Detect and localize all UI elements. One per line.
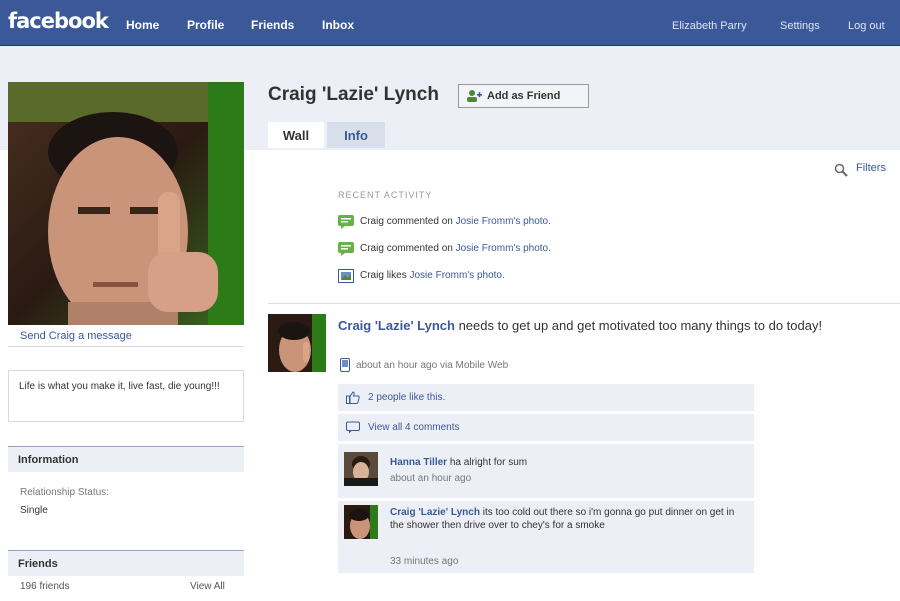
comment-author-link[interactable]: Craig 'Lazie' Lynch (390, 507, 480, 518)
friends-header[interactable]: Friends (8, 550, 244, 576)
nav-logout[interactable]: Log out (848, 20, 885, 32)
comment-item: Hanna Tiller ha alright for sum about an… (338, 444, 754, 498)
activity-verb: commented on (386, 216, 453, 227)
likes-text[interactable]: 2 people like this. (368, 392, 445, 403)
activity-target-link[interactable]: Josie Fromm's photo. (456, 243, 551, 254)
profile-name: Craig 'Lazie' Lynch (268, 84, 439, 105)
post-author-link[interactable]: Craig 'Lazie' Lynch (338, 318, 455, 333)
comment-body: Craig 'Lazie' Lynch its too cold out the… (390, 506, 740, 532)
activity-actor[interactable]: Craig (360, 216, 384, 227)
filters-link[interactable]: Filters (834, 162, 886, 177)
mobile-phone-icon (340, 358, 350, 372)
profile-picture[interactable] (8, 82, 244, 325)
tab-wall[interactable]: Wall (268, 122, 324, 148)
nav-settings[interactable]: Settings (780, 20, 820, 32)
activity-target-link[interactable]: Josie Fromm's photo. (456, 216, 551, 227)
sidebar-divider (8, 346, 244, 347)
filters-label: Filters (856, 162, 886, 174)
recent-activity-heading: RECENT ACTIVITY (338, 190, 433, 200)
comment-time: about an hour ago (390, 473, 472, 484)
top-bar: facebook Home Profile Friends Inbox Eliz… (0, 0, 900, 46)
add-friend-icon (467, 90, 482, 102)
friends-count[interactable]: 196 friends (20, 581, 69, 592)
search-icon (834, 163, 848, 177)
bio-box: Life is what you make it, live fast, die… (8, 370, 244, 422)
activity-verb: commented on (386, 243, 453, 254)
comment-item: Craig 'Lazie' Lynch its too cold out the… (338, 501, 754, 573)
activity-actor[interactable]: Craig (360, 243, 384, 254)
add-friend-label: Add as Friend (487, 90, 561, 102)
post-author-avatar[interactable] (268, 314, 326, 372)
post-meta[interactable]: about an hour ago via Mobile Web (356, 360, 508, 371)
nav-user-name[interactable]: Elizabeth Parry (672, 20, 747, 32)
friends-view-all-link[interactable]: View All (190, 581, 225, 592)
relationship-status-label: Relationship Status: (20, 487, 109, 498)
activity-actor[interactable]: Craig (360, 270, 384, 281)
post-body: Craig 'Lazie' Lynch needs to get up and … (338, 317, 878, 334)
comment-time: 33 minutes ago (390, 556, 459, 567)
activity-target-link[interactable]: Josie Fromm's photo. (409, 270, 504, 281)
facebook-logo[interactable]: facebook (8, 9, 109, 33)
photo-like-icon (338, 269, 354, 283)
thumbs-up-icon (346, 391, 360, 404)
post-text: needs to get up and get motivated too ma… (454, 318, 823, 333)
view-comments-link[interactable]: View all 4 comments (368, 422, 460, 433)
send-message-link[interactable]: Send Craig a message (20, 330, 132, 342)
comment-text: ha alright for sum (447, 457, 528, 468)
activity-verb: likes (386, 270, 407, 281)
likes-row[interactable]: 2 people like this. (338, 384, 754, 411)
avatar-image (344, 505, 378, 539)
comment-avatar[interactable] (344, 452, 378, 486)
comment-avatar[interactable] (344, 505, 378, 539)
profile-photo-image (8, 82, 244, 325)
nav-inbox[interactable]: Inbox (322, 18, 354, 32)
comment-author-link[interactable]: Hanna Tiller (390, 457, 447, 468)
information-header[interactable]: Information (8, 446, 244, 472)
comment-body: Hanna Tiller ha alright for sum (390, 456, 740, 469)
comment-icon (338, 215, 354, 229)
nav-friends[interactable]: Friends (251, 18, 294, 32)
nav-home[interactable]: Home (126, 18, 159, 32)
post-separator (268, 303, 900, 304)
view-comments-row[interactable]: View all 4 comments (338, 414, 754, 441)
relationship-status-value: Single (20, 505, 48, 516)
nav-profile[interactable]: Profile (187, 18, 224, 32)
avatar-image (268, 314, 326, 372)
tab-info[interactable]: Info (327, 122, 385, 148)
add-friend-button[interactable]: Add as Friend (458, 84, 589, 108)
comment-bubble-icon (346, 421, 360, 434)
avatar-image (344, 452, 378, 486)
comment-icon (338, 242, 354, 256)
